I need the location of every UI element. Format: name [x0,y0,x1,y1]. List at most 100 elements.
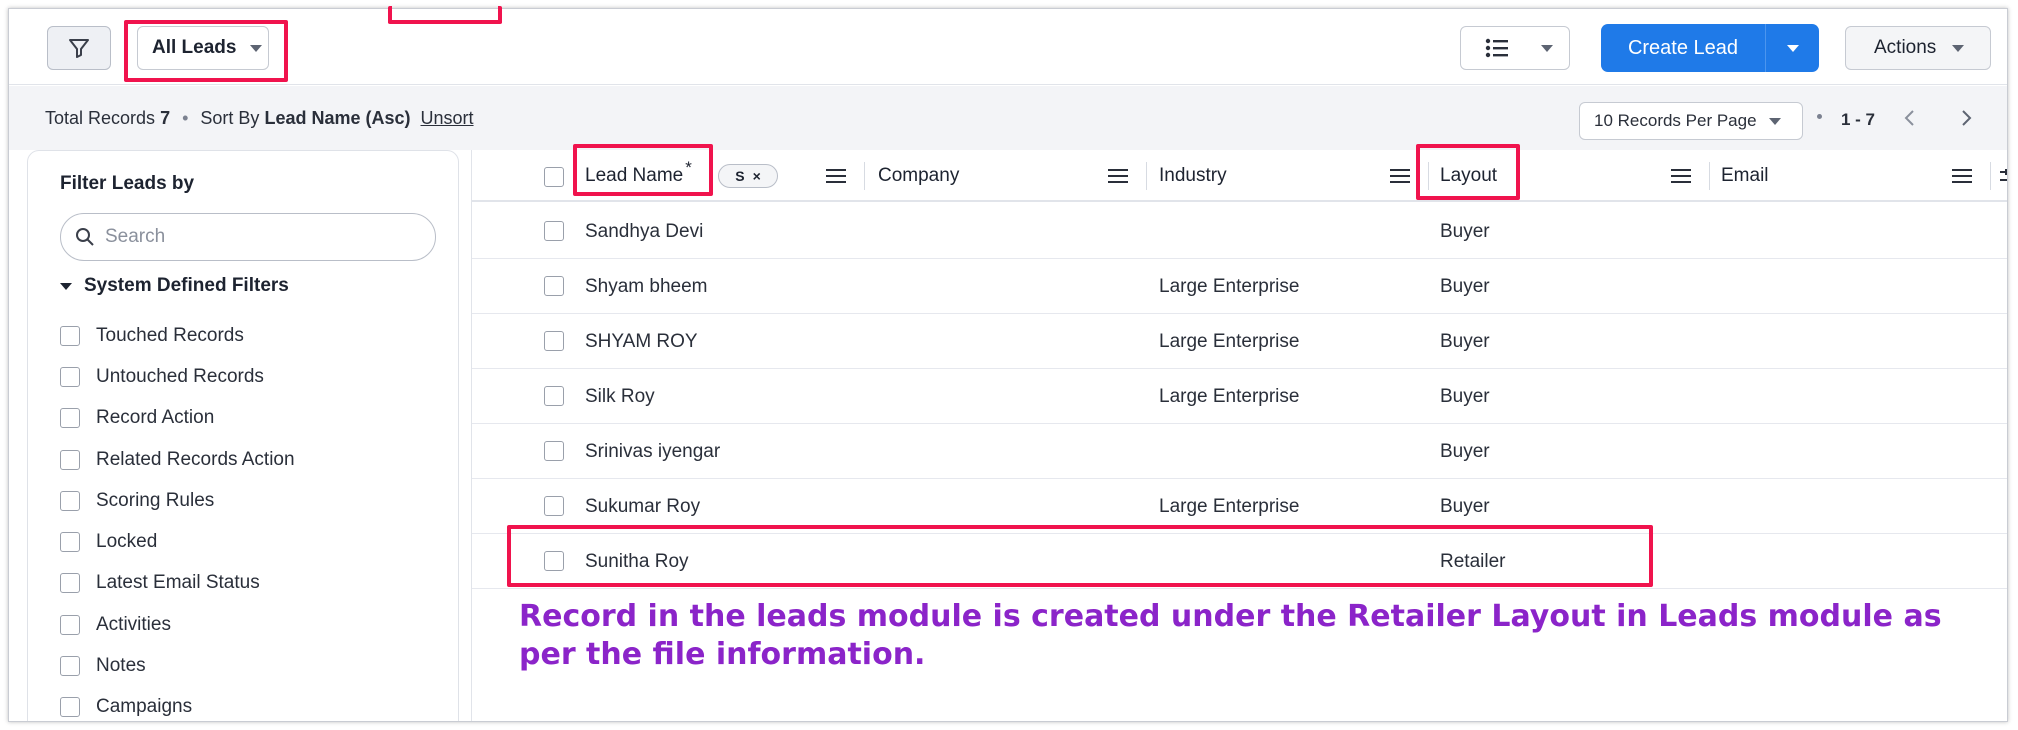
create-lead-options-button[interactable] [1765,24,1819,72]
column-divider[interactable] [864,162,865,190]
filter-search-box [60,213,436,261]
filter-checkbox[interactable] [60,614,80,635]
filter-checkbox[interactable] [60,656,80,677]
chevron-down-icon [1541,44,1553,52]
separator-dot: • [182,108,189,128]
filter-checkbox[interactable] [60,490,80,511]
alphabet-filter-chip[interactable]: S × [718,164,778,188]
row-checkbox[interactable] [544,441,564,461]
cell-layout: Buyer [1440,275,1490,297]
sort-marker: * [685,158,692,177]
filter-item[interactable]: Scoring Rules [60,480,295,521]
filter-item[interactable]: Activities [60,604,295,645]
table-row[interactable]: Sukumar Roy Large Enterprise Buyer [472,479,2007,534]
filter-item[interactable]: Campaigns [60,687,295,721]
column-menu-icon[interactable] [1952,168,1972,184]
filter-checkbox[interactable] [60,697,80,718]
column-menu-icon[interactable] [1671,168,1691,184]
table-header: Lead Name* S × Company Industry Layout [472,150,2008,202]
column-header-email[interactable]: Email [1721,150,1769,202]
filter-label: Touched Records [96,324,244,346]
sort-by-label: Sort By [200,108,260,128]
total-records-count: 7 [160,108,171,128]
search-icon [76,228,94,246]
table-row[interactable]: Srinivas iyengar Buyer [472,424,2007,479]
column-header-lead-name[interactable]: Lead Name * [585,150,692,202]
filter-item[interactable]: Latest Email Status [60,563,295,604]
filter-checkbox[interactable] [60,408,80,429]
row-checkbox[interactable] [544,221,564,241]
table-row[interactable]: Shyam bheem Large Enterprise Buyer [472,259,2007,314]
filter-label: Latest Email Status [96,572,260,594]
view-type-dropdown[interactable] [1460,26,1570,70]
table-row[interactable]: Silk Roy Large Enterprise Buyer [472,369,2007,424]
cell-lead-name[interactable]: Sukumar Roy [585,479,700,534]
filter-checkbox[interactable] [60,449,80,470]
row-checkbox[interactable] [544,551,564,571]
table-row[interactable]: Sunitha Roy Retailer [472,534,2007,589]
filter-sidebar: Filter Leads by System Defined Filters T… [27,150,459,721]
cell-lead-name[interactable]: Sandhya Devi [585,204,703,259]
top-toolbar: All Leads Create Lead Actions [9,9,2007,85]
filter-checkbox[interactable] [60,325,80,346]
chevron-down-icon [60,282,72,290]
column-menu-icon[interactable] [826,168,846,184]
cell-lead-name[interactable]: Srinivas iyengar [585,424,720,479]
chevron-down-icon [1768,117,1781,125]
annotation-caption: Record in the leads module is created un… [519,599,1942,672]
filter-item[interactable]: Related Records Action [60,439,295,480]
column-divider[interactable] [1146,162,1147,190]
cell-layout: Buyer [1440,440,1490,462]
filter-item[interactable]: Locked [60,521,295,562]
filter-checkbox[interactable] [60,532,80,553]
column-header-industry[interactable]: Industry [1159,150,1227,202]
cell-lead-name[interactable]: Sunitha Roy [585,534,689,589]
system-defined-filters-toggle[interactable]: System Defined Filters [60,275,289,297]
records-per-page-dropdown[interactable]: 10 Records Per Page [1579,102,1803,140]
column-divider[interactable] [1428,162,1429,190]
cell-lead-name[interactable]: Silk Roy [585,369,655,424]
filter-checkbox[interactable] [60,366,80,387]
row-checkbox[interactable] [544,496,564,516]
view-selector-label: All Leads [152,37,237,58]
select-all-checkbox[interactable] [544,167,564,187]
column-header-company[interactable]: Company [878,150,959,202]
filter-label: Campaigns [96,696,193,718]
total-records-label: Total Records [45,108,156,128]
filter-search-input[interactable] [105,226,405,248]
column-settings-icon[interactable] [2000,168,2008,184]
column-menu-icon[interactable] [1390,168,1410,184]
create-lead-button-group: Create Lead [1601,24,1819,72]
unsort-link[interactable]: Unsort [421,108,474,129]
filter-item[interactable]: Untouched Records [60,356,295,397]
create-lead-button[interactable]: Create Lead [1601,24,1765,72]
filter-item[interactable]: Notes [60,645,295,686]
cell-lead-name[interactable]: SHYAM ROY [585,314,698,369]
table-row[interactable]: Sandhya Devi Buyer [472,204,2007,259]
row-checkbox[interactable] [544,331,564,351]
filter-item[interactable]: Touched Records [60,315,295,356]
cell-lead-name[interactable]: Shyam bheem [585,259,708,314]
filter-list: Touched Records Untouched Records Record… [60,315,295,721]
cell-industry: Large Enterprise [1159,495,1300,517]
records-meta: Total Records 7 • Sort By Lead Name (Asc… [45,108,474,129]
row-checkbox[interactable] [544,276,564,296]
cell-layout: Buyer [1440,220,1490,242]
column-header-layout[interactable]: Layout [1440,150,1497,202]
filter-item[interactable]: Record Action [60,398,295,439]
filter-checkbox[interactable] [60,573,80,594]
view-selector-dropdown[interactable]: All Leads [137,26,269,70]
column-menu-icon[interactable] [1108,168,1128,184]
column-divider[interactable] [1709,162,1710,190]
column-label: Layout [1440,165,1498,186]
close-icon[interactable]: × [753,168,761,184]
column-divider[interactable] [1990,162,1991,190]
next-page-icon[interactable] [1959,108,1973,128]
actions-dropdown[interactable]: Actions [1845,26,1991,70]
row-checkbox[interactable] [544,386,564,406]
table-row[interactable]: SHYAM ROY Large Enterprise Buyer [472,314,2007,369]
previous-page-icon[interactable] [1903,108,1917,128]
cell-layout: Buyer [1440,495,1490,517]
filter-toggle-button[interactable] [47,26,111,70]
records-per-page-label: 10 Records Per Page [1594,111,1757,130]
